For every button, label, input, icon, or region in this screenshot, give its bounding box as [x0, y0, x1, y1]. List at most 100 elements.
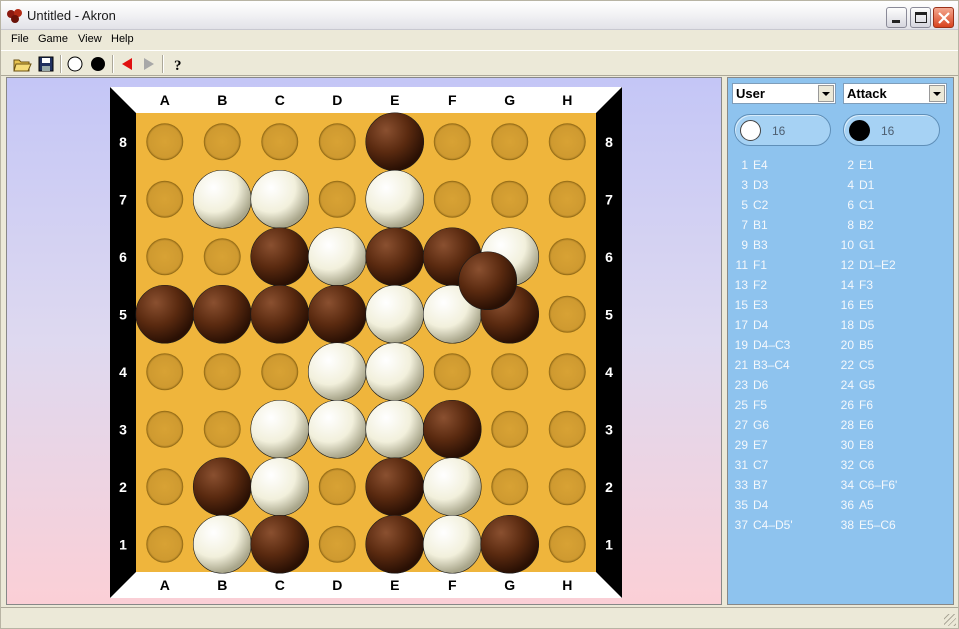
- board-hole[interactable]: [203, 353, 241, 391]
- white-piece[interactable]: [307, 342, 367, 402]
- white-player-select[interactable]: User: [732, 83, 836, 104]
- black-piece[interactable]: [307, 284, 367, 344]
- black-piece[interactable]: [365, 112, 425, 172]
- board-hole[interactable]: [548, 468, 586, 506]
- resize-grip[interactable]: [944, 614, 956, 626]
- board-hole[interactable]: [203, 410, 241, 448]
- board-hole[interactable]: [318, 525, 356, 563]
- board-hole[interactable]: [548, 410, 586, 448]
- menu-view[interactable]: View: [78, 33, 102, 45]
- board-hole[interactable]: [433, 123, 471, 161]
- board-hole[interactable]: [433, 180, 471, 218]
- board-hole[interactable]: [548, 353, 586, 391]
- save-icon[interactable]: [36, 54, 56, 74]
- white-piece[interactable]: [365, 284, 425, 344]
- file-label-bottom: E: [390, 577, 399, 593]
- minimize-button[interactable]: [886, 7, 907, 28]
- move-number: 28: [840, 418, 854, 432]
- black-disc-icon[interactable]: [88, 54, 108, 74]
- board-hole[interactable]: [548, 123, 586, 161]
- white-piece[interactable]: [307, 227, 367, 287]
- black-piece[interactable]: [250, 284, 310, 344]
- rank-label-left: 1: [119, 536, 127, 552]
- black-player-select[interactable]: Attack: [843, 83, 947, 104]
- close-button[interactable]: [933, 7, 954, 28]
- white-disc-icon[interactable]: [65, 54, 85, 74]
- file-label-top: H: [562, 92, 572, 108]
- help-icon[interactable]: ?: [168, 54, 188, 74]
- board-hole[interactable]: [548, 180, 586, 218]
- white-piece[interactable]: [250, 169, 310, 229]
- black-player-dropdown-button[interactable]: [929, 85, 945, 102]
- board-hole[interactable]: [146, 180, 184, 218]
- board-hole[interactable]: [433, 353, 471, 391]
- board-hole[interactable]: [203, 238, 241, 276]
- black-piece[interactable]: [480, 514, 540, 574]
- toolbar: ?: [1, 50, 958, 76]
- black-piece[interactable]: [192, 284, 252, 344]
- black-piece[interactable]: [250, 514, 310, 574]
- board-hole[interactable]: [261, 353, 299, 391]
- white-player-dropdown-button[interactable]: [818, 85, 834, 102]
- white-piece[interactable]: [192, 514, 252, 574]
- stacked-black-piece[interactable]: [458, 251, 518, 311]
- white-piece[interactable]: [250, 457, 310, 517]
- menu-help[interactable]: Help: [111, 33, 134, 45]
- menu-file[interactable]: File: [11, 33, 29, 45]
- game-board[interactable]: A A B B C C D D E E F F G G H H 8 8 7 7 6 6 5 5 4 4 3 3 2 2 1 1: [110, 87, 622, 598]
- rank-label-right: 4: [605, 364, 613, 380]
- board-hole[interactable]: [548, 238, 586, 276]
- maximize-button[interactable]: [910, 7, 931, 28]
- board-hole[interactable]: [203, 123, 241, 161]
- undo-arrow-icon[interactable]: [117, 54, 137, 74]
- black-piece[interactable]: [135, 284, 195, 344]
- board-hole[interactable]: [146, 468, 184, 506]
- move-text: E5–C6: [859, 518, 896, 532]
- white-piece[interactable]: [250, 399, 310, 459]
- board-hole[interactable]: [146, 238, 184, 276]
- rank-label-left: 8: [119, 134, 127, 150]
- white-piece[interactable]: [365, 342, 425, 402]
- board-hole[interactable]: [548, 295, 586, 333]
- redo-arrow-icon[interactable]: [139, 54, 159, 74]
- move-number: 38: [840, 518, 854, 532]
- app-icon: [7, 9, 22, 23]
- board-hole[interactable]: [146, 525, 184, 563]
- board-hole[interactable]: [491, 123, 529, 161]
- board-hole[interactable]: [146, 353, 184, 391]
- move-number: 29: [734, 438, 748, 452]
- file-label-bottom: B: [217, 577, 227, 593]
- move-number: 35: [734, 498, 748, 512]
- black-piece[interactable]: [365, 514, 425, 574]
- white-piece[interactable]: [365, 399, 425, 459]
- white-piece[interactable]: [422, 514, 482, 574]
- board-hole[interactable]: [491, 410, 529, 448]
- white-piece[interactable]: [365, 169, 425, 229]
- board-hole[interactable]: [261, 123, 299, 161]
- board-hole[interactable]: [491, 468, 529, 506]
- menu-game[interactable]: Game: [38, 33, 68, 45]
- white-piece[interactable]: [192, 169, 252, 229]
- black-disc-icon: [849, 120, 870, 141]
- board-hole[interactable]: [491, 353, 529, 391]
- black-piece[interactable]: [365, 227, 425, 287]
- maximize-icon: [915, 12, 927, 23]
- board-hole[interactable]: [548, 525, 586, 563]
- board-hole[interactable]: [318, 468, 356, 506]
- title-bar[interactable]: Untitled - Akron: [1, 1, 958, 30]
- file-label-top: G: [504, 92, 515, 108]
- board-hole[interactable]: [318, 123, 356, 161]
- board-hole[interactable]: [146, 410, 184, 448]
- board-hole[interactable]: [146, 123, 184, 161]
- white-piece[interactable]: [307, 399, 367, 459]
- board-hole[interactable]: [318, 180, 356, 218]
- move-number: 22: [840, 358, 854, 372]
- open-icon[interactable]: [12, 54, 32, 74]
- black-piece[interactable]: [250, 227, 310, 287]
- board-hole[interactable]: [491, 180, 529, 218]
- black-piece[interactable]: [365, 457, 425, 517]
- black-piece[interactable]: [422, 399, 482, 459]
- white-piece[interactable]: [422, 457, 482, 517]
- move-text: C6–F6': [859, 478, 898, 492]
- black-piece[interactable]: [192, 457, 252, 517]
